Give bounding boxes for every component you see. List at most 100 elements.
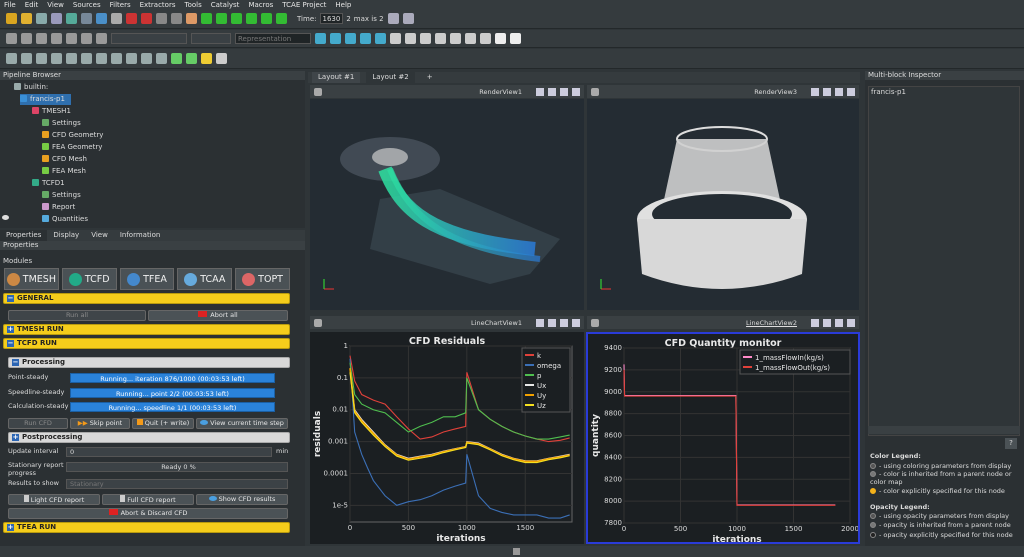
grow-selection-icon[interactable] bbox=[465, 33, 476, 44]
menu-file[interactable]: File bbox=[4, 1, 16, 9]
light-cfd-report-button[interactable]: Light CFD report bbox=[8, 494, 100, 505]
notes-icon[interactable] bbox=[495, 33, 506, 44]
linechartview1[interactable]: CFD Residuals 1 0.1 0.01 0.001 0.0001 1e-5 0 500… bbox=[310, 332, 584, 544]
select-points-icon[interactable] bbox=[420, 33, 431, 44]
rescale-icon[interactable] bbox=[96, 33, 107, 44]
component-select[interactable] bbox=[191, 33, 231, 44]
show-cfd-results-button[interactable]: Show CFD results bbox=[196, 494, 288, 505]
stream-tracer-icon[interactable] bbox=[111, 53, 122, 64]
camera-icon[interactable] bbox=[591, 87, 599, 96]
abort-all-button[interactable]: Abort all bbox=[148, 310, 288, 321]
undo-icon[interactable] bbox=[126, 13, 137, 24]
split-vertical-icon[interactable] bbox=[548, 87, 556, 96]
close-view-icon[interactable] bbox=[847, 318, 855, 327]
tab-display[interactable]: Display bbox=[47, 230, 85, 241]
menu-edit[interactable]: Edit bbox=[25, 1, 39, 9]
tree-item-francis-p1[interactable]: francis-p1 bbox=[20, 94, 71, 105]
menu-tools[interactable]: Tools bbox=[184, 1, 201, 9]
tree-item-cfd-geometry[interactable]: CFD Geometry bbox=[42, 130, 103, 141]
set-view-y-icon[interactable] bbox=[360, 33, 371, 44]
memory-icon[interactable] bbox=[513, 548, 520, 555]
slice-icon[interactable] bbox=[51, 53, 62, 64]
redo-icon[interactable] bbox=[141, 13, 152, 24]
add-layout-tab[interactable]: + bbox=[421, 72, 439, 83]
clip-icon[interactable] bbox=[36, 53, 47, 64]
tab-information[interactable]: Information bbox=[114, 230, 167, 241]
update-interval-input[interactable]: 0 bbox=[66, 447, 272, 457]
calculator-icon[interactable] bbox=[6, 53, 17, 64]
edit-color-map-icon[interactable] bbox=[21, 33, 32, 44]
reset-range-icon[interactable] bbox=[36, 33, 47, 44]
results-to-show-select[interactable]: Stationary bbox=[66, 479, 288, 489]
module-tfea-button[interactable]: TFEA bbox=[119, 268, 175, 290]
run-all-button[interactable]: Run all bbox=[8, 310, 146, 321]
loop-icon[interactable] bbox=[276, 13, 287, 24]
renderview1[interactable] bbox=[310, 99, 584, 310]
next-frame-icon[interactable] bbox=[246, 13, 257, 24]
menu-tcae-project[interactable]: TCAE Project bbox=[282, 1, 326, 9]
box-icon[interactable] bbox=[216, 53, 227, 64]
quit-write-button[interactable]: Quit (+ write) bbox=[132, 418, 194, 429]
maximize-icon[interactable] bbox=[560, 87, 568, 96]
play-icon[interactable] bbox=[231, 13, 242, 24]
view-time-step-button[interactable]: View current time step bbox=[196, 418, 288, 429]
time-index-spinbox[interactable]: 2 bbox=[346, 15, 350, 23]
menu-view[interactable]: View bbox=[47, 1, 64, 9]
save-icon[interactable] bbox=[36, 13, 47, 24]
tab-properties[interactable]: Properties bbox=[0, 230, 48, 241]
menu-catalyst[interactable]: Catalyst bbox=[211, 1, 240, 9]
close-view-icon[interactable] bbox=[572, 87, 580, 96]
camera-icon[interactable] bbox=[591, 318, 599, 327]
set-view-z-icon[interactable] bbox=[375, 33, 386, 44]
toggle-color-legend-icon[interactable] bbox=[6, 33, 17, 44]
menu-sources[interactable]: Sources bbox=[73, 1, 101, 9]
extract-subset-icon[interactable] bbox=[81, 53, 92, 64]
visible-range-icon[interactable] bbox=[81, 33, 92, 44]
macro-icon[interactable] bbox=[111, 13, 122, 24]
threshold-icon[interactable] bbox=[66, 53, 77, 64]
help-icon[interactable]: ? bbox=[1005, 438, 1017, 449]
reset-camera-icon[interactable] bbox=[315, 33, 326, 44]
maximize-icon[interactable] bbox=[835, 318, 843, 327]
query-icon[interactable] bbox=[387, 13, 399, 24]
tree-item-fea-geometry[interactable]: FEA Geometry bbox=[42, 142, 102, 153]
postprocessing-section-header[interactable]: + Postprocessing bbox=[8, 432, 290, 443]
copy-icon[interactable] bbox=[510, 33, 521, 44]
tree-item-settings[interactable]: Settings bbox=[42, 190, 81, 201]
warp-icon[interactable] bbox=[126, 53, 137, 64]
menu-help[interactable]: Help bbox=[335, 1, 351, 9]
menu-macros[interactable]: Macros bbox=[248, 1, 273, 9]
camera-icon[interactable] bbox=[314, 318, 322, 327]
processing-section-header[interactable]: − Processing bbox=[8, 357, 290, 368]
camera-redo-icon[interactable] bbox=[171, 13, 182, 24]
camera-undo-icon[interactable] bbox=[156, 13, 167, 24]
custom-range-icon[interactable] bbox=[51, 33, 62, 44]
menu-extractors[interactable]: Extractors bbox=[140, 1, 176, 9]
representation-select[interactable]: Representation bbox=[235, 33, 311, 44]
module-tcaa-button[interactable]: TCAA bbox=[177, 268, 233, 290]
open-icon[interactable] bbox=[6, 13, 17, 24]
skip-point-button[interactable]: ▶▶ Skip point bbox=[70, 418, 130, 429]
general-section-header[interactable]: − GENERAL bbox=[3, 293, 290, 304]
plot-over-line-icon[interactable] bbox=[186, 53, 197, 64]
visibility-eye-icon[interactable] bbox=[2, 215, 9, 220]
split-horizontal-icon[interactable] bbox=[811, 87, 819, 96]
tree-item-builtin[interactable]: builtin: bbox=[14, 82, 48, 93]
zoom-to-data-icon[interactable] bbox=[330, 33, 341, 44]
ruler-icon[interactable] bbox=[201, 53, 212, 64]
tree-item-settings[interactable]: Settings bbox=[42, 118, 81, 129]
color-by-select[interactable] bbox=[111, 33, 187, 44]
shrink-selection-icon[interactable] bbox=[480, 33, 491, 44]
disconnect-icon[interactable] bbox=[81, 13, 92, 24]
tree-item-fea-mesh[interactable]: FEA Mesh bbox=[42, 166, 86, 177]
select-cells-icon[interactable] bbox=[405, 33, 416, 44]
maximize-icon[interactable] bbox=[835, 87, 843, 96]
group-datasets-icon[interactable] bbox=[141, 53, 152, 64]
split-vertical-icon[interactable] bbox=[823, 87, 831, 96]
save-state-icon[interactable] bbox=[51, 13, 62, 24]
tab-layout-1[interactable]: Layout #1 bbox=[312, 72, 361, 83]
maximize-icon[interactable] bbox=[560, 318, 568, 327]
split-horizontal-icon[interactable] bbox=[536, 87, 544, 96]
last-frame-icon[interactable] bbox=[261, 13, 272, 24]
linechartview2[interactable]: CFD Quantity monitor 9400 9200 9000 8800 8600… bbox=[586, 332, 860, 545]
